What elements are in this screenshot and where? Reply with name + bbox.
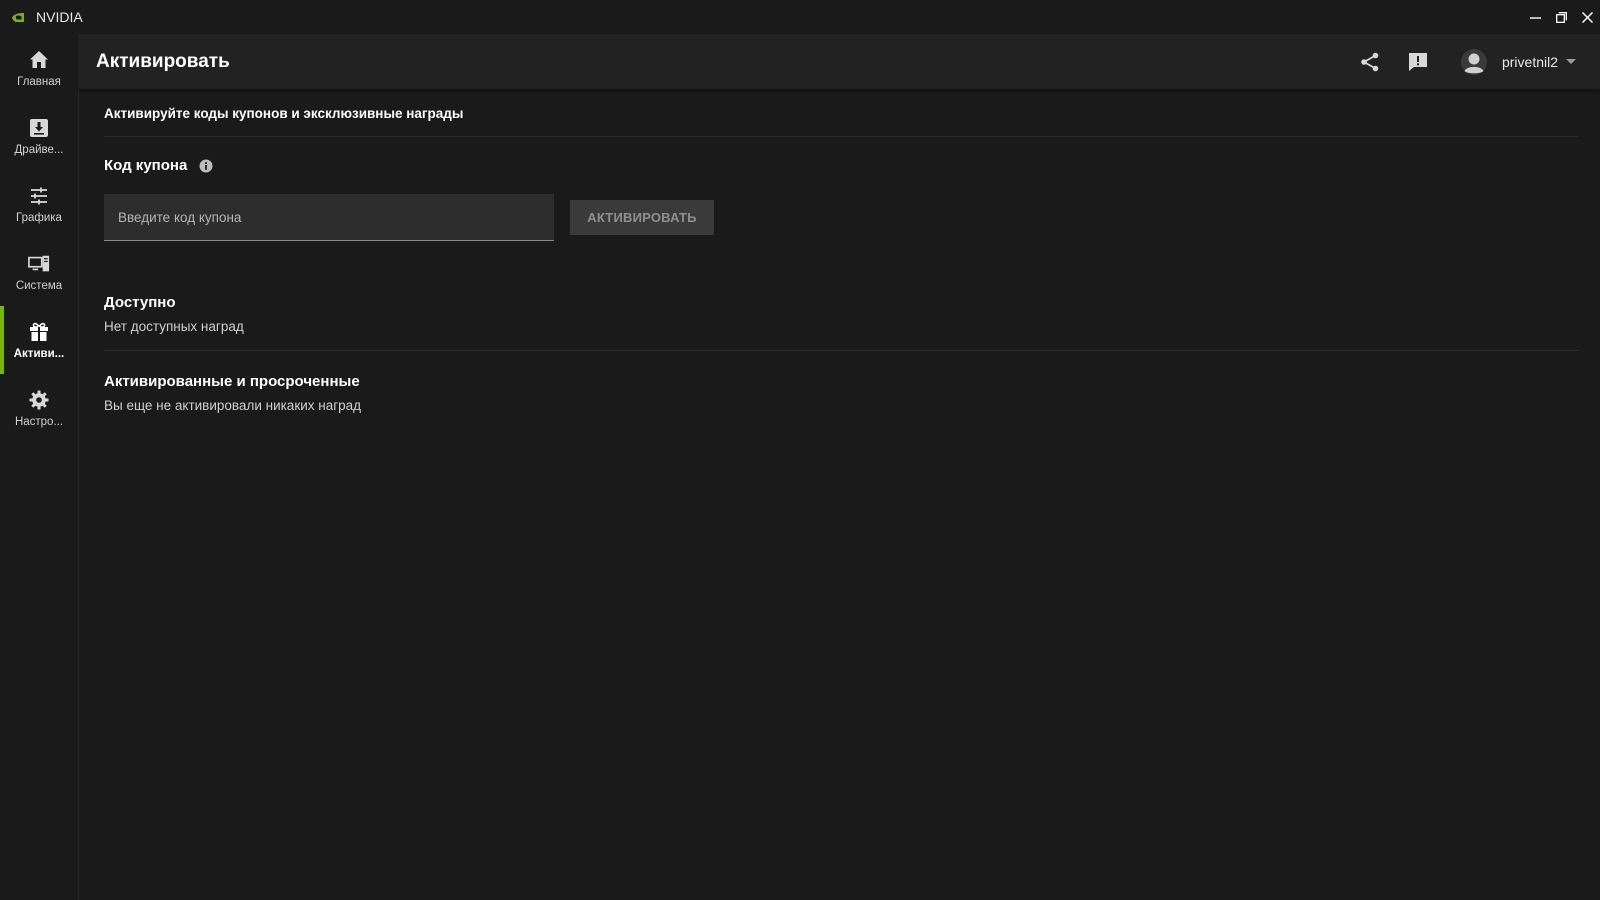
nvidia-logo-icon bbox=[12, 10, 26, 24]
system-icon bbox=[28, 253, 50, 275]
sidebar-item-redeem[interactable]: Активи... bbox=[0, 306, 78, 374]
sidebar-item-graphics[interactable]: Графика bbox=[0, 170, 78, 238]
redeemed-title: Активированные и просроченные bbox=[104, 373, 360, 390]
home-icon bbox=[28, 49, 50, 71]
page-title: Активировать bbox=[96, 50, 230, 72]
sidebar-item-system[interactable]: Система bbox=[0, 238, 78, 306]
header-actions: privetnil2 bbox=[1358, 34, 1600, 89]
sidebar-item-settings[interactable]: Настро... bbox=[0, 374, 78, 442]
coupon-label: Код купона bbox=[104, 157, 188, 174]
available-title: Доступно bbox=[104, 294, 176, 311]
sidebar-item-label: Система bbox=[15, 279, 63, 292]
sidebar-item-drivers[interactable]: Драйве... bbox=[0, 102, 78, 170]
gear-icon bbox=[28, 389, 50, 411]
minimize-icon[interactable] bbox=[1522, 0, 1548, 34]
sidebar-item-label: Драйве... bbox=[14, 143, 64, 156]
divider bbox=[104, 350, 1578, 351]
sidebar-item-label: Главная bbox=[17, 75, 61, 88]
sidebar: Главная Драйве... Графика Система Активи… bbox=[0, 34, 79, 900]
window-controls bbox=[1522, 0, 1600, 34]
coupon-label-row: Код купона bbox=[104, 157, 1578, 174]
sidebar-item-label: Настро... bbox=[14, 415, 64, 428]
feedback-icon[interactable] bbox=[1406, 50, 1430, 74]
username: privetnil2 bbox=[1501, 53, 1558, 70]
page-subtitle: Активируйте коды купонов и эксклюзивные … bbox=[104, 106, 464, 121]
activate-button[interactable]: АКТИВИРОВАТЬ bbox=[570, 200, 714, 235]
divider bbox=[104, 136, 1578, 137]
title-bar: NVIDIA bbox=[0, 0, 1600, 34]
chevron-down-icon bbox=[1566, 59, 1576, 64]
page-header: Активировать privetnil2 bbox=[79, 34, 1600, 89]
app-title: NVIDIA bbox=[36, 9, 83, 25]
close-icon[interactable] bbox=[1574, 0, 1600, 34]
redeemed-text: Вы еще не активировали никаких наград bbox=[104, 398, 362, 413]
coupon-code-input[interactable] bbox=[104, 194, 554, 241]
available-text: Нет доступных наград bbox=[104, 319, 244, 334]
restore-icon[interactable] bbox=[1548, 0, 1574, 34]
gift-icon bbox=[28, 321, 50, 343]
share-icon[interactable] bbox=[1358, 50, 1382, 74]
sidebar-item-label: Графика bbox=[16, 211, 62, 224]
info-icon[interactable] bbox=[199, 159, 213, 173]
main-content: Активируйте коды купонов и эксклюзивные … bbox=[104, 89, 1578, 413]
coupon-row: АКТИВИРОВАТЬ bbox=[104, 194, 1578, 241]
sidebar-item-label: Активи... bbox=[13, 347, 65, 360]
sidebar-item-home[interactable]: Главная bbox=[0, 34, 78, 102]
avatar-icon bbox=[1460, 48, 1488, 76]
sliders-icon bbox=[28, 185, 50, 207]
download-icon bbox=[28, 117, 50, 139]
redeemed-section: Активированные и просроченные Вы еще не … bbox=[104, 373, 1578, 413]
user-menu[interactable]: privetnil2 bbox=[1460, 48, 1576, 76]
available-section: Доступно Нет доступных наград bbox=[104, 294, 1578, 334]
